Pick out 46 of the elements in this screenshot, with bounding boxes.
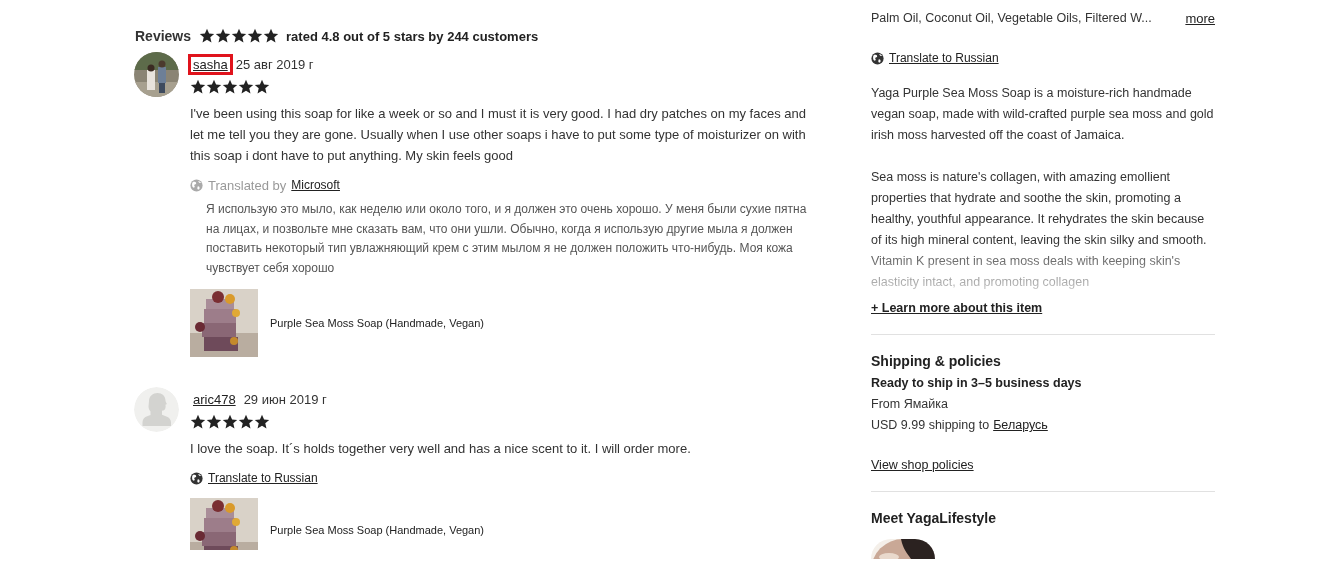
translate-link[interactable]: Translate to Russian: [208, 471, 318, 485]
translated-by-label: Translated by: [208, 177, 287, 193]
rating-summary: rated 4.8 out of 5 stars by 244 customers: [286, 28, 539, 44]
product-name: Purple Sea Moss Soap (Handmade, Vegan): [270, 317, 485, 329]
star-icon: [231, 28, 248, 44]
star-icon: [206, 79, 222, 95]
star-icon: [215, 28, 232, 44]
globe-icon: [190, 471, 203, 485]
globe-icon: [190, 178, 203, 192]
star-icon: [222, 79, 238, 95]
star-icon: [199, 28, 216, 44]
review-date: 29 июн 2019 г: [243, 391, 327, 407]
star-icon: [190, 79, 206, 95]
product-name: Purple Sea Moss Soap (Handmade, Vegan): [270, 524, 485, 536]
ingredients-text: Palm Oil, Coconut Oil, Vegetable Oils, Filtered W...: [871, 11, 1152, 25]
description-text: Yaga Purple Sea Moss Soap is a moisture-rich handmade vegan soap, made with wild-crafted purple sea moss and gold irish moss harvested off the coast of Jamaica.: [871, 85, 1215, 144]
review-text: I've been using this soap for like a week or so and I must it is very good. I had dry patches on my faces and let me tell you they are gone. Usually when I use other soaps i have to put some type of moisturizer on with this soap i dont have to put anything. My skin feels good: [190, 105, 807, 165]
section-title: Reviews: [135, 28, 192, 44]
star-icon: [247, 28, 264, 44]
destination-link[interactable]: Беларусь: [993, 418, 1048, 432]
star-icon: [222, 414, 238, 430]
username-link[interactable]: aric478: [188, 388, 241, 410]
username-link[interactable]: sasha: [188, 53, 233, 75]
shipping-cost: USD 9.99 shipping to: [871, 418, 990, 432]
star-icon: [190, 414, 206, 430]
policies-link[interactable]: View shop policies: [871, 458, 1215, 472]
shipping-time: Ready to ship in 3–5 business days: [871, 376, 1083, 390]
translate-link[interactable]: Translate to Russian: [889, 51, 999, 65]
star-icon: [263, 28, 280, 44]
more-link[interactable]: more: [1185, 10, 1215, 26]
avatar-icon: [134, 387, 179, 432]
review-text: I love the soap. It´s holds together very well and has a nice scent to it. I will order more.: [190, 440, 692, 458]
globe-icon: [871, 51, 884, 65]
star-icon: [206, 414, 222, 430]
section-title: Meet YagaLifestyle: [871, 510, 998, 526]
review-date: 25 авг 2019 г: [235, 56, 314, 72]
star-icon: [238, 414, 254, 430]
description-text: Sea moss is nature's collagen, with amazing emollient properties that hydrate and soothe the skin, promoting a healthy, youthful appearance. It rehydrates the skin because of its high mineral content, leaving the skin silky and smooth. Vitamin K present in sea moss deals with keeping skin's elasticity intact, and promoting collagen: [871, 169, 1208, 291]
translated-text: Я использую это мыло, как неделю или около того, и я должен это очень хорошо. У меня были сухие пятна на лицах, и позвольте мне сказать вам, что они ушли. Обычно, когда я использую другие мыла я должен поставить некоторый тип увлажняющий крем с этим мылом я не должен положить что-нибудь. Моя кожа чувствует себя хорошо: [206, 201, 808, 277]
origin-text: From Ямайка: [871, 397, 949, 411]
star-icon: [254, 414, 270, 430]
section-title: Shipping & policies: [871, 353, 1002, 369]
learn-more-link[interactable]: + Learn more about this item: [871, 301, 1215, 315]
provider-link[interactable]: Microsoft: [291, 178, 340, 192]
star-icon: [254, 79, 270, 95]
star-icon: [238, 79, 254, 95]
